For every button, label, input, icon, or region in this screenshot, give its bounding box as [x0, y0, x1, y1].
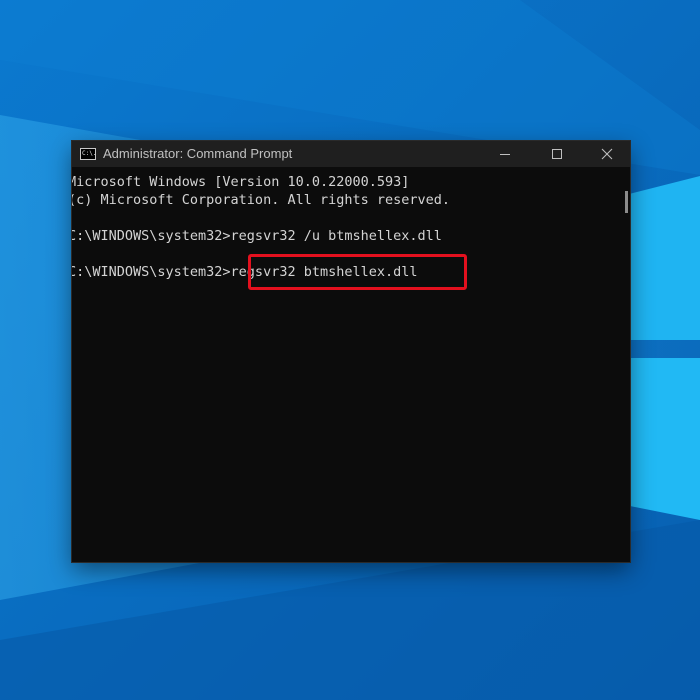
console-output[interactable]: Microsoft Windows [Version 10.0.22000.59… [72, 171, 620, 551]
scrollbar-thumb[interactable] [625, 191, 628, 213]
command-prompt-window[interactable]: C:\. Administrator: Command Prompt Micro… [72, 141, 630, 562]
maximize-icon [552, 149, 562, 159]
cmd-icon[interactable]: C:\. [80, 148, 96, 160]
title-bar[interactable]: C:\. Administrator: Command Prompt [72, 141, 630, 167]
close-button[interactable] [584, 141, 630, 167]
minimize-icon [500, 154, 510, 155]
console-line-version: Microsoft Windows [Version 10.0.22000.59… [72, 174, 410, 190]
maximize-button[interactable] [534, 141, 580, 167]
console-line-unregister-command: C:\WINDOWS\system32>regsvr32 /u btmshell… [72, 228, 442, 244]
command-highlight-box [248, 254, 467, 290]
close-icon [601, 148, 613, 160]
console-line-copyright: (c) Microsoft Corporation. All rights re… [72, 192, 451, 208]
window-title: Administrator: Command Prompt [103, 146, 293, 161]
minimize-button[interactable] [482, 141, 528, 167]
